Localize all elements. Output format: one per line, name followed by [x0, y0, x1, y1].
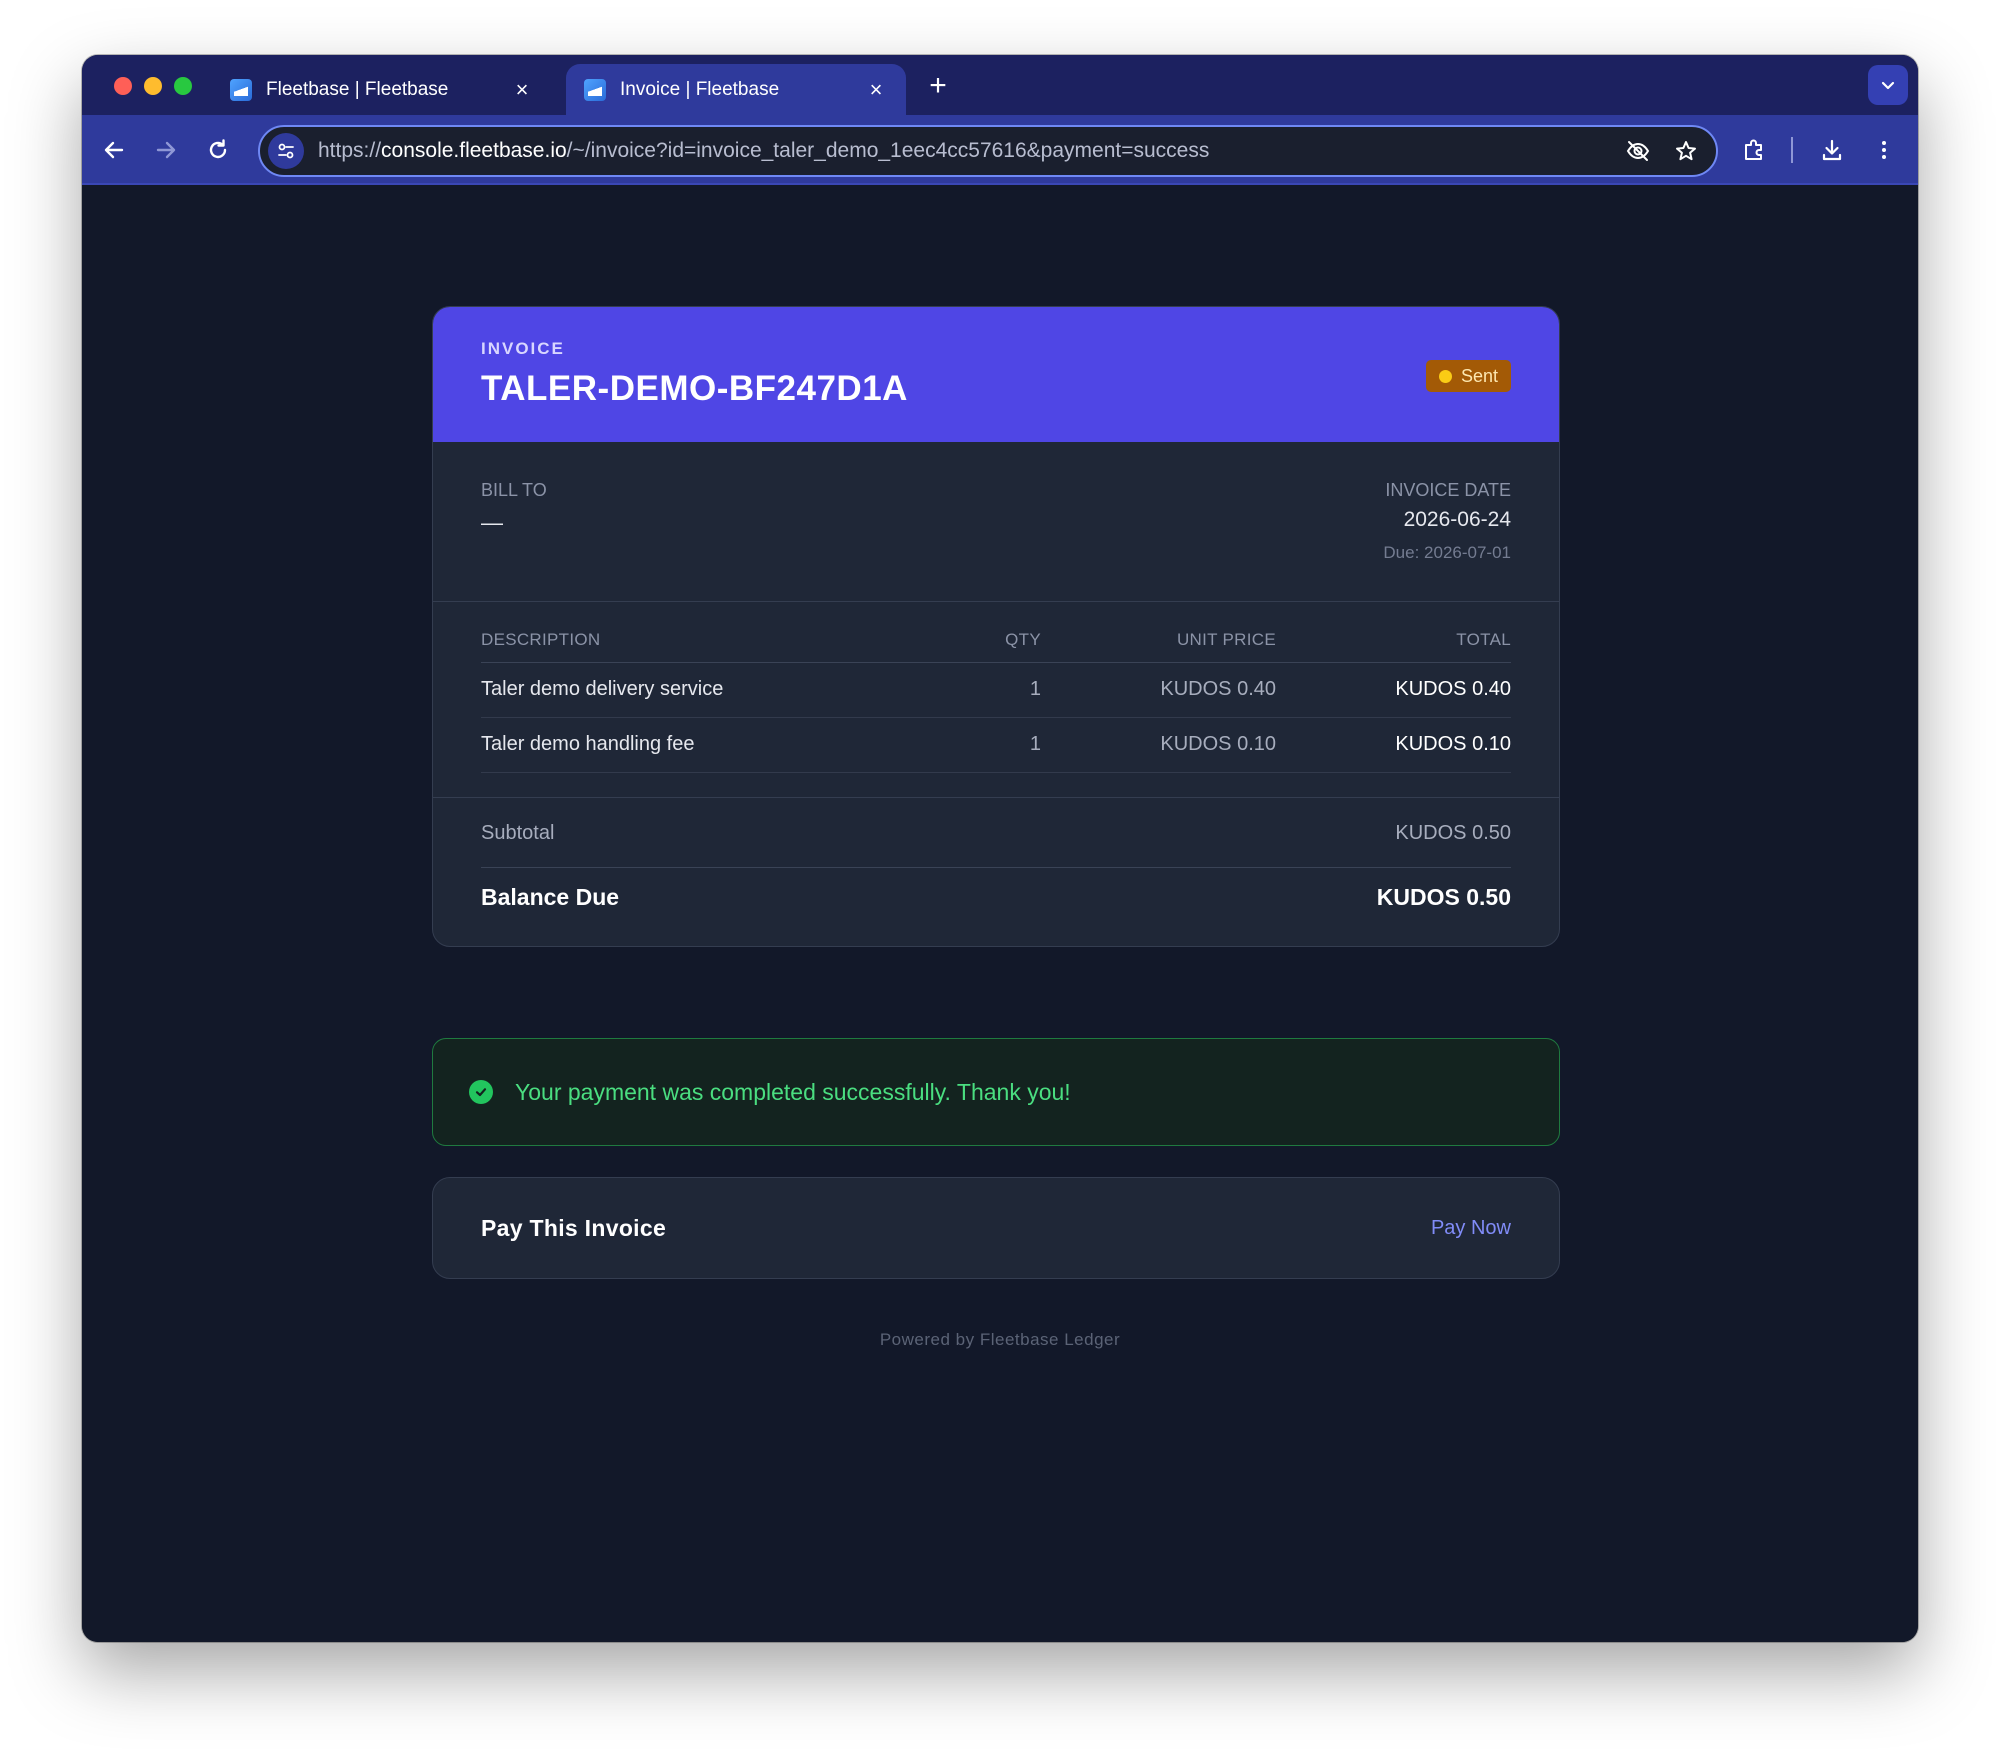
check-circle-icon [469, 1080, 493, 1104]
table-row: Taler demo handling fee 1 KUDOS 0.10 KUD… [481, 717, 1511, 773]
close-tab-icon[interactable]: × [510, 77, 534, 103]
url-host: console.fleetbase.io [381, 139, 567, 162]
maximize-window-button[interactable] [174, 77, 192, 95]
tab-invoice[interactable]: Invoice | Fleetbase × [566, 64, 906, 115]
extensions-button[interactable] [1736, 132, 1772, 168]
invoice-header: INVOICE TALER-DEMO-BF247D1A Sent [433, 307, 1559, 442]
balance-due-row: Balance Due KUDOS 0.50 [481, 884, 1511, 911]
download-icon [1822, 139, 1842, 161]
close-window-button[interactable] [114, 77, 132, 95]
item-description: Taler demo handling fee [481, 717, 921, 773]
item-qty: 1 [921, 662, 1041, 718]
subtotal-row: Subtotal KUDOS 0.50 [481, 822, 1511, 868]
table-header-row: DESCRIPTION QTY UNIT PRICE TOTAL [481, 630, 1511, 663]
tab-title: Fleetbase | Fleetbase [266, 78, 449, 100]
payment-success-alert: Your payment was completed successfully.… [432, 1038, 1560, 1146]
url-text[interactable]: https://console.fleetbase.io/~/invoice?i… [318, 139, 1620, 163]
address-bar[interactable]: https://console.fleetbase.io/~/invoice?i… [258, 125, 1718, 177]
item-total: KUDOS 0.40 [1276, 662, 1511, 718]
bill-to-label: BILL TO [481, 480, 547, 500]
status-badge: Sent [1425, 360, 1511, 392]
tab-fleetbase[interactable]: Fleetbase | Fleetbase × [212, 64, 552, 115]
more-vertical-icon [1882, 141, 1886, 159]
invoice-card: INVOICE TALER-DEMO-BF247D1A Sent BILL TO… [432, 306, 1560, 947]
tune-icon [278, 143, 294, 159]
tab-title: Invoice | Fleetbase [620, 78, 780, 100]
browser-toolbar: https://console.fleetbase.io/~/invoice?i… [82, 115, 1918, 185]
browser-menu-button[interactable] [1866, 132, 1902, 168]
eye-off-icon[interactable] [1620, 133, 1656, 169]
item-description: Taler demo delivery service [481, 662, 921, 718]
url-scheme: https:// [318, 139, 382, 162]
item-unit-price: KUDOS 0.10 [1041, 717, 1276, 773]
bill-to-value: — [481, 510, 503, 535]
pay-invoice-title: Pay This Invoice [481, 1214, 667, 1241]
page-content: INVOICE TALER-DEMO-BF247D1A Sent BILL TO… [82, 185, 1918, 1642]
subtotal-label: Subtotal [481, 822, 555, 844]
subtotal-value: KUDOS 0.50 [1395, 822, 1511, 844]
fleetbase-favicon-icon [230, 78, 252, 101]
balance-due-value: KUDOS 0.50 [1376, 884, 1511, 910]
invoice-date-label: INVOICE DATE [1385, 480, 1511, 500]
due-date: Due: 2026-07-01 [1383, 543, 1511, 562]
column-header-description: DESCRIPTION [481, 630, 921, 663]
item-unit-price: KUDOS 0.40 [1041, 662, 1276, 718]
line-items: DESCRIPTION QTY UNIT PRICE TOTAL Taler d… [433, 602, 1559, 798]
success-message: Your payment was completed successfully.… [515, 1078, 1071, 1105]
invoice-number: TALER-DEMO-BF247D1A [481, 369, 908, 408]
star-icon[interactable] [1668, 133, 1704, 169]
tab-strip: Fleetbase | Fleetbase × Invoice | Fleetb… [82, 55, 1918, 115]
close-tab-icon[interactable]: × [864, 77, 888, 103]
column-header-unit-price: UNIT PRICE [1041, 630, 1276, 663]
status-text: Sent [1460, 365, 1498, 386]
toolbar-divider [1791, 137, 1793, 163]
downloads-button[interactable] [1814, 132, 1850, 168]
invoice-date-value: 2026-06-24 [1403, 508, 1511, 531]
item-total: KUDOS 0.10 [1276, 717, 1511, 773]
minimize-window-button[interactable] [144, 77, 162, 95]
back-button[interactable] [96, 132, 132, 168]
status-dot-icon [1438, 369, 1452, 383]
forward-button[interactable] [148, 132, 184, 168]
column-header-qty: QTY [921, 630, 1041, 663]
pay-invoice-card: Pay This Invoice Pay Now [432, 1177, 1560, 1279]
new-tab-plus-icon[interactable]: + [922, 71, 954, 103]
invoice-meta: BILL TO — INVOICE DATE 2026-06-24 Due: 2… [433, 442, 1559, 602]
invoice-totals: Subtotal KUDOS 0.50 Balance Due KUDOS 0.… [433, 798, 1559, 946]
tab-search-button[interactable] [1868, 65, 1908, 105]
fleetbase-favicon-icon [584, 78, 606, 101]
browser-window: Fleetbase | Fleetbase × Invoice | Fleetb… [82, 55, 1918, 1642]
item-qty: 1 [921, 717, 1041, 773]
balance-due-label: Balance Due [481, 884, 620, 910]
table-row: Taler demo delivery service 1 KUDOS 0.40… [481, 662, 1511, 718]
pay-now-link[interactable]: Pay Now [1431, 1217, 1511, 1240]
line-items-table: DESCRIPTION QTY UNIT PRICE TOTAL Taler d… [481, 630, 1511, 773]
invoice-label: INVOICE [481, 339, 565, 358]
reload-icon [209, 139, 227, 159]
column-header-total: TOTAL [1276, 630, 1511, 663]
powered-by-footer: Powered by Fleetbase Ledger [879, 1330, 1121, 1349]
url-path: /~/invoice?id=invoice_taler_demo_1eec4cc… [566, 139, 1210, 162]
site-info-button[interactable] [268, 133, 304, 169]
arrow-left-icon [104, 141, 124, 159]
reload-button[interactable] [200, 132, 236, 168]
chevron-down-icon [1881, 81, 1895, 90]
arrow-right-icon [156, 141, 176, 159]
puzzle-icon [1745, 139, 1762, 160]
